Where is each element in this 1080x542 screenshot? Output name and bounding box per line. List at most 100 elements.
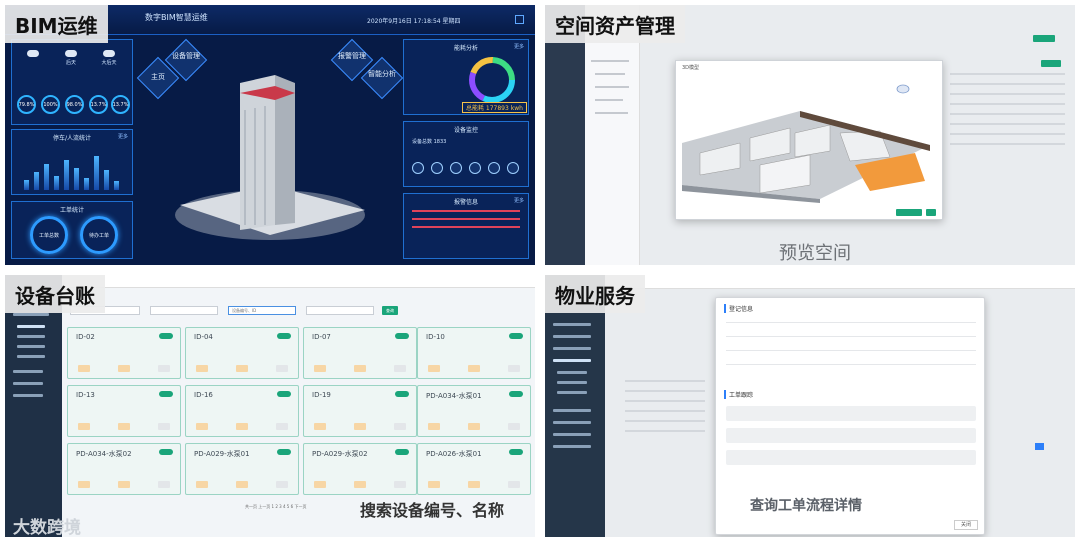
tag — [158, 481, 170, 488]
equipment-card[interactable]: ID-02 — [67, 327, 181, 379]
device-icon[interactable] — [469, 162, 481, 174]
device-icon[interactable] — [412, 162, 424, 174]
equipment-card[interactable]: ID-16 — [185, 385, 299, 437]
table-row — [625, 390, 705, 392]
tag — [158, 423, 170, 430]
tree-item[interactable] — [595, 73, 625, 75]
table-row — [625, 430, 705, 432]
equipment-card[interactable]: PD-A029-水泵01 — [185, 443, 299, 495]
filter-select[interactable] — [306, 306, 374, 315]
tree-item[interactable] — [595, 86, 629, 88]
tree-item[interactable] — [595, 99, 623, 101]
equipment-total: 设备总数 1833 — [412, 139, 447, 145]
chart-bar — [114, 181, 119, 190]
tag — [196, 365, 208, 372]
energy-total: 总能耗 177893 kwh — [462, 102, 527, 113]
tag — [118, 365, 130, 372]
tag — [468, 365, 480, 372]
workflow-step — [726, 406, 976, 421]
nav-item[interactable] — [557, 391, 587, 394]
tag — [314, 365, 326, 372]
chart-bar — [84, 178, 89, 190]
status-badge — [395, 391, 409, 397]
tag — [196, 423, 208, 430]
bim-panel: BIM运维 数字BIM智慧运维 2020年9月16日 17:18:54 星期四 … — [5, 5, 535, 265]
close-button[interactable] — [926, 209, 936, 216]
panel-header: 设备监控 — [453, 127, 478, 134]
nav-item[interactable] — [17, 335, 45, 338]
nav-item[interactable] — [13, 394, 43, 397]
nav-item[interactable] — [13, 313, 49, 316]
device-icon[interactable] — [507, 162, 519, 174]
status-badge — [509, 391, 523, 397]
compass-icon[interactable] — [896, 79, 910, 94]
panel-title: BIM运维 — [5, 5, 108, 43]
device-icon[interactable] — [450, 162, 462, 174]
more-link[interactable]: 更多 — [514, 197, 524, 204]
weather-today — [18, 48, 48, 59]
nav-item[interactable] — [13, 382, 43, 385]
tag — [394, 365, 406, 372]
more-link[interactable]: 更多 — [514, 43, 524, 50]
search-input[interactable]: 设备编号、ID — [228, 306, 296, 315]
workorder-pending-ring: 待办工单 — [80, 216, 118, 254]
filter-select[interactable] — [150, 306, 218, 315]
device-icon[interactable] — [488, 162, 500, 174]
table-row — [950, 73, 1065, 75]
nav-item[interactable] — [17, 345, 45, 348]
nav-item[interactable] — [553, 323, 591, 326]
tag — [118, 481, 130, 488]
equipment-card[interactable]: ID-07 — [303, 327, 417, 379]
nav-item[interactable] — [557, 381, 587, 384]
close-button[interactable]: 关闭 — [954, 520, 978, 530]
fullscreen-icon[interactable] — [515, 15, 524, 24]
nav-item-active[interactable] — [17, 325, 45, 328]
card-name: ID-19 — [312, 391, 331, 399]
card-name: PD-A029-水泵02 — [312, 450, 368, 458]
equipment-card[interactable]: PD-A026-水泵01 — [417, 443, 531, 495]
tree-item[interactable] — [595, 112, 628, 114]
table-row — [625, 400, 705, 402]
air-gauge: 13.7% — [89, 95, 108, 114]
equipment-card[interactable]: ID-10 — [417, 327, 531, 379]
nav-item[interactable] — [17, 355, 45, 358]
nav-item[interactable] — [553, 433, 591, 436]
equipment-card[interactable]: ID-04 — [185, 327, 299, 379]
nav-item[interactable] — [553, 421, 591, 424]
equipment-card[interactable]: ID-13 — [67, 385, 181, 437]
equipment-card[interactable]: PD-A034-水泵01 — [417, 385, 531, 437]
action-button[interactable] — [1041, 60, 1061, 67]
query-button[interactable]: 查询 — [382, 306, 398, 315]
nav-item[interactable] — [13, 370, 43, 373]
device-icon[interactable] — [431, 162, 443, 174]
nav-item[interactable] — [553, 347, 591, 350]
building-model[interactable] — [170, 75, 370, 245]
chart-bar — [104, 170, 109, 190]
nav-item-active[interactable] — [553, 359, 591, 362]
model-preview-modal: 3D模型 — [675, 60, 943, 220]
equipment-card[interactable]: PD-A034-水泵02 — [67, 443, 181, 495]
workorder-panel: 工单统计 工单总数 待办工单 — [11, 201, 133, 259]
form-row — [726, 322, 976, 323]
pagination[interactable]: 共一页 上一页 1 2 3 4 5 6 下一页 — [245, 504, 306, 510]
alarm-row[interactable] — [412, 226, 520, 228]
alarm-row[interactable] — [412, 218, 520, 220]
property-panel: 物业服务 登记信息 工单跟踪 关闭 查询工单流程详情 — [545, 275, 1075, 537]
equipment-card[interactable]: ID-19 — [303, 385, 417, 437]
card-name: PD-A026-水泵01 — [426, 450, 482, 458]
card-name: PD-A034-水泵02 — [76, 450, 132, 458]
equipment-card[interactable]: PD-A029-水泵02 — [303, 443, 417, 495]
table-row — [950, 133, 1065, 135]
nav-item[interactable] — [553, 335, 591, 338]
nav-item[interactable] — [553, 445, 591, 448]
nav-item[interactable] — [557, 371, 587, 374]
page-button[interactable] — [1035, 443, 1044, 450]
add-button[interactable] — [1033, 35, 1055, 42]
confirm-button[interactable] — [896, 209, 922, 216]
tree-item[interactable] — [591, 60, 629, 62]
section-register: 登记信息 — [724, 304, 753, 313]
nav-item[interactable] — [553, 409, 591, 412]
more-link[interactable]: 更多 — [118, 133, 128, 140]
datetime: 2020年9月16日 17:18:54 星期四 — [367, 18, 461, 25]
alarm-row[interactable] — [412, 210, 520, 212]
